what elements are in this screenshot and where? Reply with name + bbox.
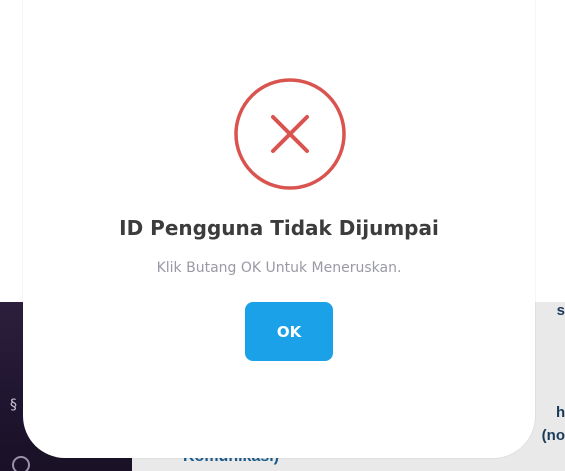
screen: § Komunikasi) s h (no ID Pengguna Tidak … bbox=[0, 0, 565, 471]
background-text-fragment: s bbox=[556, 302, 565, 319]
logo-icon: § bbox=[10, 397, 17, 413]
dialog-message: Klik Butang OK Untuk Meneruskan. bbox=[156, 260, 402, 276]
dialog-title: ID Pengguna Tidak Dijumpai bbox=[119, 216, 439, 240]
error-dialog: ID Pengguna Tidak Dijumpai Klik Butang O… bbox=[23, 0, 535, 458]
partial-logo-icon bbox=[12, 456, 30, 471]
background-text-fragment: h bbox=[556, 404, 565, 421]
error-x-circle-icon bbox=[234, 78, 346, 190]
ok-button[interactable]: OK bbox=[245, 302, 333, 361]
background-text-fragment: (no bbox=[541, 427, 565, 444]
